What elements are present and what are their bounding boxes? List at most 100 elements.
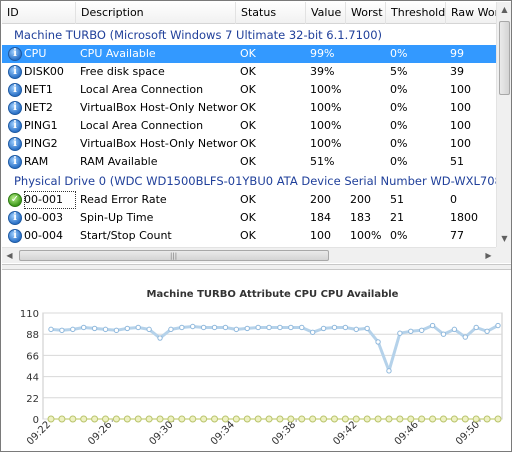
scroll-up-arrow-icon[interactable]: ▲	[497, 2, 511, 18]
cell-status: OK	[240, 101, 256, 114]
baseline-point	[232, 415, 240, 423]
cell-worst: 183	[350, 211, 371, 224]
data-point	[179, 324, 185, 331]
table-row[interactable]: i NET2 VirtualBox Host-Only Network OK 100% 0…	[2, 99, 496, 117]
table-row[interactable]: i RAM RAM Available OK 51% 0% 51	[2, 153, 496, 171]
vertical-scroll-thumb[interactable]	[499, 21, 510, 95]
x-tick-label: 09:22	[25, 419, 53, 447]
cell-status: OK	[240, 137, 256, 150]
data-point	[124, 325, 131, 332]
column-header-threshold[interactable]: Threshold	[386, 2, 446, 24]
baseline-point	[418, 415, 426, 423]
baseline-point	[167, 415, 175, 423]
horizontal-scroll-thumb[interactable]: |||	[19, 250, 329, 261]
cell-value: 184	[310, 211, 331, 224]
baseline-point	[200, 415, 208, 423]
baseline-point	[80, 415, 88, 423]
data-point	[484, 328, 490, 335]
cell-description: CPU Available	[80, 47, 156, 60]
data-point	[331, 324, 338, 331]
cell-raw-word: 100	[450, 119, 471, 132]
table-row[interactable]: i PING2 VirtualBox Host-Only Network OK 100%…	[2, 135, 496, 153]
scroll-down-arrow-icon[interactable]: ▼	[497, 231, 511, 247]
row-icon-cell: i	[8, 135, 24, 153]
baseline-point	[58, 415, 66, 423]
attribute-grid[interactable]: ID Description Status Value Worst Thresh…	[2, 2, 511, 264]
cell-description: Local Area Connection	[80, 83, 204, 96]
cell-value: 100	[310, 229, 331, 242]
baseline-point	[69, 415, 77, 423]
info-icon: i	[8, 47, 22, 61]
data-point	[451, 326, 458, 333]
table-row[interactable]: i 00-004 Start/Stop Count OK 100 100% 0% 77	[2, 227, 496, 245]
data-point	[168, 326, 174, 333]
table-row[interactable]: i DISK00 Free disk space OK 39% 5% 39	[2, 63, 496, 81]
cell-threshold: 5%	[390, 65, 408, 78]
column-header-value[interactable]: Value	[306, 2, 346, 24]
cell-worst	[350, 153, 386, 171]
x-tick-label: 09:34	[209, 419, 237, 447]
data-point	[473, 324, 479, 331]
info-icon: i	[8, 83, 22, 97]
baseline-point	[320, 415, 328, 423]
x-tick-label: 09:50	[454, 419, 482, 447]
baseline-point	[309, 415, 317, 423]
column-header-description[interactable]: Description	[76, 2, 236, 24]
column-header-id[interactable]: ID	[2, 2, 76, 24]
scroll-left-arrow-icon[interactable]: ◀	[2, 248, 17, 264]
table-row[interactable]: i 00-003 Spin-Up Time OK 184 183 21 1800	[2, 209, 496, 227]
cell-status: OK	[240, 83, 256, 96]
cell-raw-word: 51	[450, 155, 464, 168]
row-icon-cell: i	[8, 81, 24, 99]
cell-value: 100%	[310, 137, 342, 150]
cell-id: 00-004	[24, 229, 63, 242]
vertical-scrollbar[interactable]: ▲ ▼	[496, 2, 511, 247]
cell-id: 00-003	[24, 211, 63, 224]
data-point	[309, 329, 316, 335]
baseline-point	[439, 415, 447, 423]
baseline-point	[287, 415, 295, 423]
cell-id: 00-001	[24, 191, 76, 209]
table-row[interactable]: i NET1 Local Area Connection OK 100% 0% 100	[2, 81, 496, 99]
y-tick-label: 22	[26, 394, 39, 405]
group-header[interactable]: Physical Drive 0 (WDC WD1500BLFS-01YBU0 …	[2, 172, 496, 190]
x-tick-label: 09:42	[331, 419, 359, 447]
baseline-point	[243, 415, 251, 423]
cell-id: NET1	[24, 83, 53, 96]
data-point	[266, 324, 272, 331]
baseline-point	[123, 415, 131, 423]
table-row[interactable]: ✓ 00-001 Read Error Rate OK 200 200 51 0	[2, 191, 496, 209]
cell-threshold: 0%	[390, 137, 408, 150]
row-icon-cell: i	[8, 209, 24, 227]
group-header[interactable]: Machine TURBO (Microsoft Windows 7 Ultim…	[2, 26, 496, 44]
scroll-right-arrow-icon[interactable]: ▶	[481, 248, 496, 264]
data-point	[135, 324, 141, 331]
info-icon: i	[8, 65, 22, 79]
cell-value: 100%	[310, 83, 342, 96]
column-header-status[interactable]: Status	[236, 2, 306, 24]
baseline-point	[254, 415, 262, 423]
cell-threshold: 0%	[390, 155, 408, 168]
y-tick-label: 0	[33, 415, 39, 426]
cell-description: RAM Available	[80, 155, 158, 168]
cell-threshold: 51	[390, 193, 404, 206]
baseline-point	[429, 415, 437, 423]
cell-threshold: 0%	[390, 229, 408, 242]
table-row[interactable]: i PING1 Local Area Connection OK 100% 0% 100	[2, 117, 496, 135]
column-header-worst[interactable]: Worst	[346, 2, 386, 24]
baseline-point	[341, 415, 349, 423]
baseline-point	[265, 415, 273, 423]
table-row[interactable]: i CPU CPU Available OK 99% 0% 99	[2, 45, 496, 63]
horizontal-scrollbar[interactable]: ◀ ||| ▶	[2, 247, 496, 263]
baseline-point	[189, 415, 197, 423]
data-point	[146, 326, 152, 333]
cell-raw-word: 39	[450, 65, 464, 78]
data-point	[364, 325, 370, 332]
row-icon-cell: i	[8, 117, 24, 135]
data-point	[440, 331, 447, 337]
column-header-raw-word[interactable]: Raw Word	[446, 2, 496, 24]
cell-value: 39%	[310, 65, 335, 78]
data-point	[418, 327, 425, 334]
data-point	[233, 326, 240, 333]
baseline-point	[472, 415, 480, 423]
